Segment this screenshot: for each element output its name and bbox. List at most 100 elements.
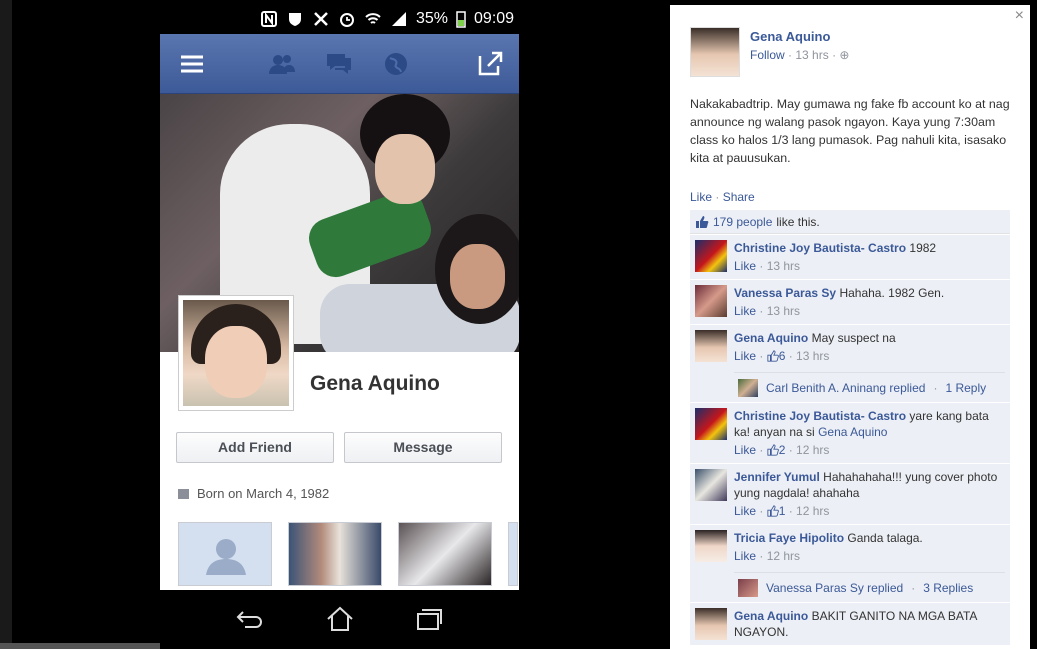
reply-preview[interactable]: Carl Benith A. Aninang replied · 1 Reply [734, 372, 1005, 397]
comment: Gena Aquino May suspect na Like · 6 · 13… [690, 324, 1010, 402]
reply-author[interactable]: Vanessa Paras Sy replied [766, 580, 903, 596]
follow-link[interactable]: Follow [750, 48, 785, 62]
menu-icon[interactable] [176, 48, 208, 80]
photo-thumbnail[interactable] [398, 522, 492, 586]
commenter-avatar[interactable] [695, 530, 727, 562]
commenter-name[interactable]: Tricia Faye Hipolito [734, 531, 844, 545]
commenter-name[interactable]: Vanessa Paras Sy [734, 286, 836, 300]
reply-count[interactable]: 1 Reply [945, 380, 986, 396]
commenter-name[interactable]: Jennifer Yumul [734, 470, 820, 484]
comment-like-count[interactable]: 2 [779, 443, 786, 457]
likes-summary: 179 people like this. [690, 210, 1010, 234]
commenter-avatar[interactable] [695, 408, 727, 440]
home-icon[interactable] [325, 606, 355, 632]
author-avatar[interactable] [690, 27, 740, 77]
friends-icon[interactable] [266, 48, 298, 80]
thumbs-up-icon [767, 505, 779, 517]
profile-picture[interactable] [178, 295, 294, 411]
commenter-avatar[interactable] [695, 330, 727, 362]
phone-screenshot: 35% 09:09 Gena Aquino Add Friend Message [160, 0, 520, 649]
screen: 35% 09:09 Gena Aquino Add Friend Message [0, 0, 1037, 649]
photo-thumbnail[interactable] [178, 522, 272, 586]
facebook-top-bar [160, 34, 519, 94]
comment-text: 1982 [909, 241, 937, 255]
public-globe-icon: ⊕ [839, 48, 850, 62]
photo-strip [178, 522, 518, 586]
commenter-avatar[interactable] [695, 608, 727, 640]
post-author: Gena Aquino Follow · 13 hrs · ⊕ [690, 27, 849, 77]
shield-icon [289, 13, 301, 26]
add-friend-button[interactable]: Add Friend [176, 432, 334, 463]
reply-avatar [738, 579, 758, 597]
comment-like-link[interactable]: Like [734, 259, 756, 273]
commenter-avatar[interactable] [695, 285, 727, 317]
globe-icon[interactable] [380, 48, 412, 80]
commenter-avatar[interactable] [695, 469, 727, 501]
post-text: Nakakabadtrip. May gumawa ng fake fb acc… [690, 97, 1010, 165]
author-name[interactable]: Gena Aquino [750, 29, 849, 44]
comment-text: Hahaha. 1982 Gen. [839, 286, 945, 300]
likes-count[interactable]: 179 people [713, 215, 772, 229]
clock: 09:09 [474, 10, 515, 27]
message-button[interactable]: Message [344, 432, 502, 463]
comment-like-link[interactable]: Like [734, 443, 756, 457]
person-placeholder-icon [206, 539, 246, 575]
close-icon[interactable]: × [1015, 7, 1024, 25]
comment-like-link[interactable]: Like [734, 349, 756, 363]
comment: Tricia Faye Hipolito Ganda talaga. Like … [690, 524, 1010, 602]
comment-mention[interactable]: Gena Aquino [818, 425, 887, 439]
back-icon[interactable] [235, 606, 265, 632]
comment: Christine Joy Bautista- Castro yare kang… [690, 402, 1010, 463]
commenter-name[interactable]: Gena Aquino [734, 609, 808, 623]
comment-time[interactable]: 12 hrs [796, 504, 829, 518]
commenter-name[interactable]: Christine Joy Bautista- Castro [734, 241, 906, 255]
post-time[interactable]: 13 hrs [795, 48, 828, 62]
comment-like-link[interactable]: Like [734, 549, 756, 563]
commenter-name[interactable]: Christine Joy Bautista- Castro [734, 409, 906, 423]
comment-like-count[interactable]: 6 [779, 349, 786, 363]
comment: Jennifer Yumul Hahahahaha!!! yung cover … [690, 463, 1010, 524]
comment: Vanessa Paras Sy Hahaha. 1982 Gen. Like … [690, 279, 1010, 324]
post-meta: Follow · 13 hrs · ⊕ [750, 48, 850, 62]
profile-name: Gena Aquino [310, 372, 440, 395]
reply-author[interactable]: Carl Benith A. Aninang replied [766, 380, 925, 396]
recent-apps-icon[interactable] [414, 606, 444, 632]
photo-thumbnail[interactable] [508, 522, 518, 586]
photo-thumbnail[interactable] [288, 522, 382, 586]
share-icon[interactable] [474, 48, 506, 80]
commenter-name[interactable]: Gena Aquino [734, 331, 808, 345]
comment: Christine Joy Bautista- Castro 1982 Like… [690, 234, 1010, 279]
nfc-icon [261, 11, 277, 27]
reply-preview[interactable]: Vanessa Paras Sy replied · 3 Replies [734, 572, 1005, 597]
reply-count[interactable]: 3 Replies [923, 580, 973, 596]
comment-like-link[interactable]: Like [734, 504, 756, 518]
comment-time[interactable]: 13 hrs [767, 259, 800, 273]
likes-suffix: like this. [776, 214, 820, 229]
post-actions: Like · Share [690, 190, 755, 204]
signal-icon [392, 12, 406, 26]
comment-like-count[interactable]: 1 [779, 504, 786, 518]
like-link[interactable]: Like [690, 190, 712, 204]
battery-percent: 35% [416, 10, 449, 27]
calendar-icon [178, 488, 189, 499]
messages-icon[interactable] [323, 48, 355, 80]
status-bar: 35% 09:09 [260, 8, 514, 30]
reply-avatar [738, 379, 758, 397]
birthday-info: Born on March 4, 1982 [178, 486, 329, 501]
comment-time[interactable]: 12 hrs [767, 549, 800, 563]
birthday-text: Born on March 4, 1982 [197, 486, 330, 501]
comments-section: 179 people like this. Christine Joy Baut… [690, 210, 1010, 645]
wifi-icon [365, 13, 381, 24]
thumbs-up-icon [767, 350, 779, 362]
comment: Gena Aquino BAKIT GANITO NA MGA BATA NGA… [690, 602, 1010, 645]
comment-time[interactable]: 13 hrs [796, 349, 829, 363]
share-link[interactable]: Share [723, 190, 755, 204]
comment-time[interactable]: 13 hrs [767, 304, 800, 318]
battery-icon [456, 11, 466, 28]
comment-like-link[interactable]: Like [734, 304, 756, 318]
comment-text: May suspect na [811, 331, 896, 345]
commenter-avatar[interactable] [695, 240, 727, 272]
thumbs-up-icon [696, 215, 709, 228]
comment-text: Ganda talaga. [847, 531, 923, 545]
comment-time[interactable]: 12 hrs [796, 443, 829, 457]
